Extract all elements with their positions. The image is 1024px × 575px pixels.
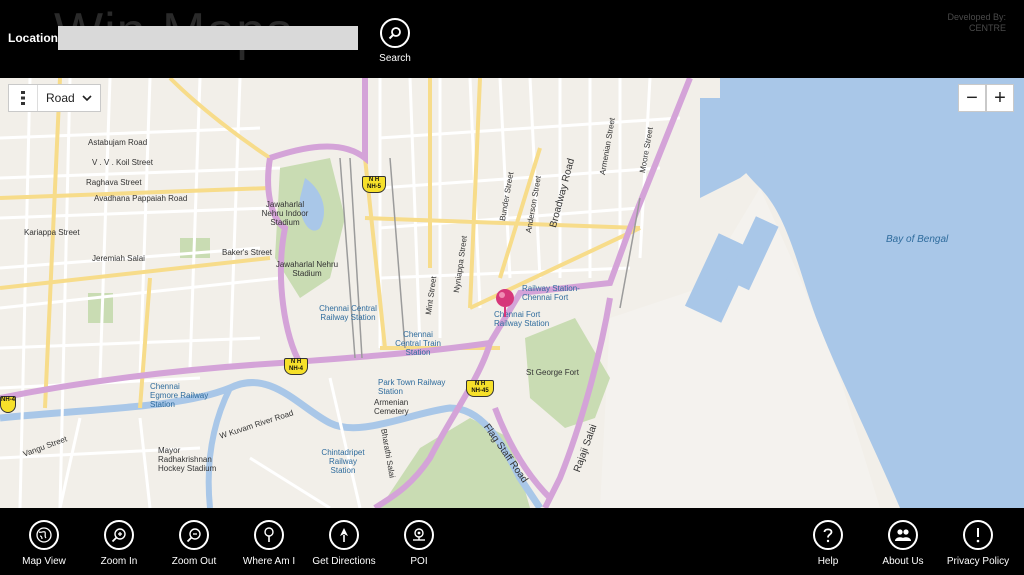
map-label: Bay of Bengal xyxy=(886,234,949,245)
poi-icon xyxy=(413,528,425,541)
map-view-circle xyxy=(29,520,59,550)
map-label: St George Fort xyxy=(526,368,579,377)
appbar-label: POI xyxy=(410,556,428,567)
top-bar: Win Maps Location: Search Developed By: … xyxy=(0,0,1024,78)
map-label: Jawaharlal Nehru Indoor Stadium xyxy=(261,200,309,227)
map-zoom-control: − + xyxy=(958,84,1014,112)
help-button[interactable]: Help xyxy=(792,520,864,567)
where-am-i-circle xyxy=(254,520,284,550)
question-icon xyxy=(823,528,833,543)
map-label: Chennai Egmore Railway Station xyxy=(150,382,209,409)
map-label: Kariappa Street xyxy=(24,228,80,237)
appbar-label: Get Directions xyxy=(312,556,376,567)
globe-icon xyxy=(36,527,52,543)
map-label: Avadhana Pappaiah Road xyxy=(94,194,188,203)
chevron-down-icon xyxy=(82,95,92,101)
map-label: Baker's Street xyxy=(222,248,272,257)
directions-icon xyxy=(340,528,348,542)
help-circle xyxy=(813,520,843,550)
privacy-policy-circle xyxy=(963,520,993,550)
map-pin-icon xyxy=(264,527,274,542)
map-label: V . V . Koil Street xyxy=(92,158,153,167)
zoom-in-icon xyxy=(111,528,126,543)
appbar-label: Privacy Policy xyxy=(946,556,1010,567)
privacy-policy-button[interactable]: Privacy Policy xyxy=(942,520,1014,567)
people-icon xyxy=(895,529,911,541)
shield-code: NH-45 xyxy=(471,388,489,394)
exclamation-icon xyxy=(976,528,980,543)
map-label: Railway Station-Chennai Fort xyxy=(522,284,580,302)
vertical-dots-icon xyxy=(21,91,25,105)
highway-shield: N H NH-4 xyxy=(284,358,308,375)
shield-code: NH-4 xyxy=(288,366,303,372)
appbar-label: Help xyxy=(817,556,839,567)
location-input[interactable] xyxy=(58,26,358,50)
poi-circle xyxy=(404,520,434,550)
zoom-in-circle xyxy=(104,520,134,550)
map-label: Armenian Cemetery xyxy=(374,398,409,416)
poi-button[interactable]: POI xyxy=(383,520,455,567)
map-label: Chintadripet Railway Station xyxy=(321,448,365,475)
map-label: Jeremiah Salai xyxy=(92,254,145,263)
shield-code: NH-4 xyxy=(1,397,16,403)
where-am-i-button[interactable]: Where Am I xyxy=(233,520,305,567)
location-label: Location: xyxy=(8,31,62,45)
highway-shield: NH-4 xyxy=(0,396,16,413)
map-style-control: Road xyxy=(8,84,101,112)
map-label: Raghava Street xyxy=(86,178,142,187)
appbar-label: Zoom In xyxy=(100,556,138,567)
shield-top: N H xyxy=(368,177,380,183)
developer-name: CENTRE xyxy=(968,23,1006,33)
map-style-select[interactable]: Road xyxy=(38,85,100,111)
get-directions-button[interactable]: Get Directions xyxy=(308,520,380,567)
search-icon xyxy=(388,27,401,40)
map-label: Jawaharlal Nehru Stadium xyxy=(275,260,339,278)
map-label: Astabujam Road xyxy=(88,138,148,147)
zoom-out-button[interactable]: Zoom Out xyxy=(158,520,230,567)
shield-code: NH-5 xyxy=(366,184,381,190)
highway-shield: N H NH-5 xyxy=(362,176,386,193)
map-options-button[interactable] xyxy=(9,85,38,111)
appbar-label: Zoom Out xyxy=(171,556,217,567)
map-label: Mayor Radhakrishnan Hockey Stadium xyxy=(158,446,217,473)
zoom-out-icon xyxy=(186,528,201,543)
location-pin-icon[interactable] xyxy=(494,288,516,318)
shield-top: N H xyxy=(474,381,486,387)
search-label: Search xyxy=(379,53,411,64)
map-label: Park Town Railway Station xyxy=(378,378,446,396)
appbar-label: About Us xyxy=(882,556,924,567)
map-label: Chennai Central Railway Station xyxy=(319,304,377,322)
appbar-label: Map View xyxy=(22,556,66,567)
zoom-in-button[interactable]: Zoom In xyxy=(83,520,155,567)
about-us-button[interactable]: About Us xyxy=(867,520,939,567)
developer-credit: Developed By: CENTRE xyxy=(947,12,1006,34)
zoom-out-circle xyxy=(179,520,209,550)
map-zoom-out-button[interactable]: − xyxy=(958,84,986,112)
appbar-label: Where Am I xyxy=(242,556,296,567)
search-button[interactable] xyxy=(380,18,410,48)
about-us-circle xyxy=(888,520,918,550)
shield-top: N H xyxy=(290,359,302,365)
map-canvas[interactable]: Astabujam Road V . V . Koil Street Ragha… xyxy=(0,78,1024,508)
map-view-button[interactable]: Map View xyxy=(8,520,80,567)
map-style-value: Road xyxy=(46,91,75,105)
get-directions-circle xyxy=(329,520,359,550)
app-bar: Map View Zoom In Zoom Out Where Am I Get… xyxy=(0,508,1024,575)
developer-label: Developed By: xyxy=(947,12,1006,22)
map-label: Chennai Central Train Station xyxy=(395,330,441,357)
highway-shield: N H NH-45 xyxy=(466,380,494,397)
map-zoom-in-button[interactable]: + xyxy=(986,84,1014,112)
